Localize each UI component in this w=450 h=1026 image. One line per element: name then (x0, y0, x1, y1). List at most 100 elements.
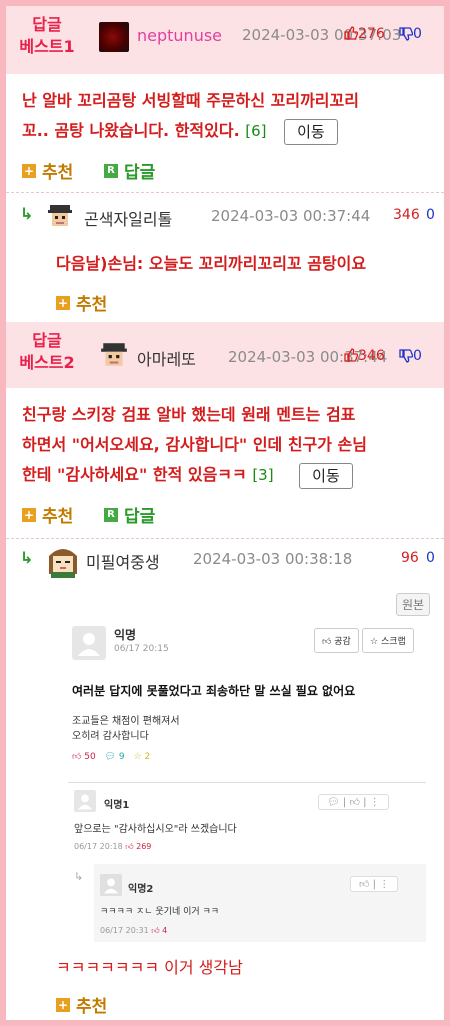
like-button: 👍︎ 공감 (314, 628, 359, 653)
reply-button[interactable]: R 답글 (104, 158, 155, 183)
plus-icon: + (22, 163, 36, 178)
comment-actions: 💬︎ | 👍︎ | ⋮ (318, 794, 389, 810)
reply-count[interactable]: [6] (245, 122, 266, 140)
divider (6, 192, 444, 193)
recommend-label: 추천 (76, 295, 108, 315)
comment-body: 친구랑 스키장 검표 알바 했는데 원래 멘트는 검표 하면서 "어서오세요, … (22, 400, 367, 490)
original-image-button[interactable]: 원본 (396, 593, 431, 616)
reply-button[interactable]: R 답글 (104, 502, 155, 527)
comment-meta: 06/17 20:31 👍︎ 4 (100, 926, 168, 935)
post-title: 여러분 답지에 못풀었다고 죄송하단 말 쓰실 필요 없어요 (72, 684, 356, 698)
comment-date: 2024-03-03 00:38:18 (193, 550, 353, 568)
more-icon: ⋮ (379, 879, 390, 890)
thumbs-up-icon (344, 26, 359, 40)
recommend-button[interactable]: + 추천 (22, 158, 73, 183)
speech-bubble-icon: 💬︎ (104, 752, 117, 762)
reply-arrow-icon: ↳ (20, 204, 34, 223)
thumbs-up-icon: 👍︎ (72, 752, 82, 762)
avatar[interactable] (46, 202, 74, 230)
star-icon: ☆ (133, 752, 142, 762)
downvote-count[interactable]: 0 (426, 207, 435, 223)
recommend-label: 추천 (42, 163, 74, 183)
downvote-count[interactable]: 0 (426, 550, 435, 566)
thumbs-down-icon (399, 349, 414, 363)
star-icon: ☆ (370, 637, 379, 647)
reply-label: 답글 (124, 507, 156, 527)
comment-author: 익명1 (104, 800, 130, 811)
comment-line: 친구랑 스키장 검표 알바 했는데 원래 멘트는 검표 (22, 405, 356, 424)
reply-label: 답글 (124, 163, 156, 183)
avatar (72, 626, 106, 660)
downvote-button[interactable]: 0 (399, 348, 422, 364)
recommend-button[interactable]: + 추천 (56, 992, 107, 1017)
comment-body: 난 알바 꼬리곰탕 서빙할때 주문하신 꼬리까리꼬리 꼬.. 곰탕 나왔습니다.… (22, 86, 359, 146)
thumbs-up-icon: 👍︎ (359, 879, 370, 890)
comment-actions: 👍︎ | ⋮ (350, 876, 399, 892)
comment-author[interactable]: neptunuse (137, 26, 222, 45)
comment-text: 앞으로는 "감사하십시오"라 쓰겠습니다 (74, 824, 237, 835)
reply-arrow-icon: ↳ (20, 548, 34, 567)
reply-icon: R (104, 507, 118, 522)
comment-author[interactable]: 아마레또 (137, 346, 196, 370)
plus-icon: + (56, 295, 70, 310)
thumbs-up-icon: 👍︎ (151, 926, 160, 935)
divider (6, 538, 444, 539)
upvote-count: 276 (358, 26, 385, 42)
avatar[interactable] (46, 544, 80, 578)
best-badge-line2: 베스트1 (19, 37, 75, 56)
reply-arrow-icon: ↳ (74, 870, 84, 883)
best-badge-line2: 베스트2 (19, 353, 75, 372)
move-button[interactable]: 이동 (284, 118, 338, 145)
downvote-count: 0 (413, 348, 422, 364)
star-count: ☆ 2 (133, 752, 151, 762)
plus-icon: + (22, 507, 36, 522)
thumbs-up-icon (344, 348, 359, 362)
nested-reply: ↳ 익명2 👍︎ | ⋮ ㅋㅋㅋㅋ ㅈㄴ 웃기네 이거 ㅋㅋ 06/17 20:… (74, 864, 426, 942)
embedded-screenshot[interactable]: 익명 06/17 20:15 👍︎ 공감 ☆ 스크랩 여러분 답지에 못풀었다고… (64, 622, 430, 948)
upvote-button[interactable]: 276 (344, 26, 385, 42)
post-time: 06/17 20:15 (114, 644, 169, 654)
upvote-button[interactable]: 346 (344, 348, 385, 364)
recommend-label: 추천 (42, 507, 74, 527)
reply-icon: R (104, 163, 118, 178)
avatar[interactable] (99, 340, 129, 370)
upvote-count[interactable]: 346 (393, 207, 420, 223)
best-badge-line1: 답글 (32, 15, 62, 34)
downvote-button[interactable]: 0 (399, 26, 422, 42)
thumbs-down-icon (399, 27, 414, 41)
scrap-button: ☆ 스크랩 (362, 628, 414, 653)
recommend-label: 추천 (76, 997, 108, 1017)
upvote-count[interactable]: 96 (401, 550, 419, 566)
post-body-line: 조교들은 채점이 편해져서 (72, 716, 180, 727)
comment-author[interactable]: 곤색자일리톨 (84, 206, 172, 230)
post-stats: 👍︎ 50 💬︎ 9 ☆ 2 (72, 752, 150, 762)
comment-count: 💬︎ 9 (104, 752, 125, 762)
comment-line: 꼬.. 곰탕 나왔습니다. 한적있다. (22, 121, 240, 140)
comment-body: 다음날)손님: 오늘도 꼬리까리꼬리꼬 곰탕이요 (56, 254, 367, 273)
recommend-button[interactable]: + 추천 (56, 290, 107, 315)
downvote-count: 0 (413, 26, 422, 42)
best-badge-1: 답글 베스트1 (6, 14, 88, 58)
comment-author[interactable]: 미필여중생 (86, 549, 160, 573)
reply-count[interactable]: [3] (252, 466, 273, 484)
post-body-line: 오히려 감사합니다 (72, 731, 149, 742)
move-button[interactable]: 이동 (299, 462, 353, 489)
comment-line: 하면서 "어서오세요, 감사합니다" 인데 친구가 손님 (22, 435, 368, 454)
comment-line: 난 알바 꼬리곰탕 서빙할때 주문하신 꼬리까리꼬리 (22, 91, 359, 110)
comment-meta: 06/17 20:18 👍︎ 269 (74, 842, 152, 851)
avatar[interactable] (99, 22, 129, 52)
recommend-button[interactable]: + 추천 (22, 502, 73, 527)
comment-list: 답글 베스트1 neptunuse 2024-03-03 00:37:03 27… (6, 6, 444, 1020)
comment-author: 익명2 (128, 884, 154, 895)
scrap-label: 스크랩 (380, 637, 406, 647)
comment-line: 한테 "감사하세요" 한적 있음ㅋㅋ (22, 465, 247, 484)
comment-date: 2024-03-03 00:37:44 (211, 207, 371, 225)
best-comment-1-header: 답글 베스트1 neptunuse 2024-03-03 00:37:03 27… (6, 6, 444, 74)
more-icon: ⋮ (369, 797, 380, 808)
like-label: 공감 (334, 637, 351, 647)
post-author: 익명 (114, 628, 137, 642)
comment-text: ㅋㅋㅋㅋ ㅈㄴ 웃기네 이거 ㅋㅋ (100, 907, 220, 917)
thumbs-up-icon: 👍︎ (322, 637, 332, 647)
upvote-count: 346 (358, 348, 385, 364)
avatar (74, 790, 96, 812)
